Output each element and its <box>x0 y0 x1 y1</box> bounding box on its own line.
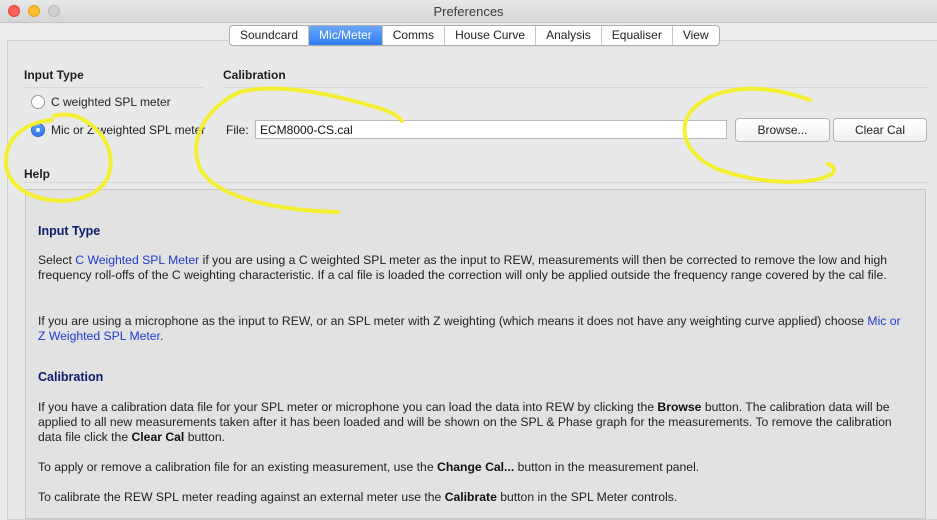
help-divider <box>24 182 929 183</box>
bold-clear-cal: Clear Cal <box>131 430 185 444</box>
c-weighted-link[interactable]: C Weighted SPL Meter <box>75 253 199 267</box>
text: If you are using a microphone as the inp… <box>38 314 868 328</box>
tab-bar: Soundcard Mic/Meter Comms House Curve An… <box>229 25 720 46</box>
bold-change-cal: Change Cal... <box>437 460 515 474</box>
tab-mic-meter[interactable]: Mic/Meter <box>309 26 383 45</box>
calibration-divider <box>223 87 929 88</box>
cal-file-field[interactable] <box>255 120 727 139</box>
text: Select <box>38 253 76 267</box>
help-paragraph-mic: If you are using a microphone as the inp… <box>38 314 911 344</box>
input-type-heading: Input Type <box>24 68 84 82</box>
help-input-type-title: Input Type <box>38 224 101 238</box>
tab-soundcard[interactable]: Soundcard <box>230 26 310 45</box>
text: button in the SPL Meter controls. <box>496 490 678 504</box>
clear-cal-button[interactable]: Clear Cal <box>833 118 927 142</box>
bold-calibrate: Calibrate <box>444 490 497 504</box>
tab-equaliser[interactable]: Equaliser <box>602 26 673 45</box>
window-title: Preferences <box>433 4 504 19</box>
tab-house-curve[interactable]: House Curve <box>445 26 537 45</box>
radio-label: C weighted SPL meter <box>51 95 171 109</box>
help-paragraph-calibration: If you have a calibration data file for … <box>38 400 911 445</box>
bold-browse: Browse <box>657 400 702 414</box>
help-paragraph-calibrate: To calibrate the REW SPL meter reading a… <box>38 490 911 505</box>
window-titlebar: Preferences <box>0 0 937 23</box>
text: If you have a calibration data file for … <box>38 400 658 414</box>
text: button in the measurement panel. <box>514 460 700 474</box>
file-label: File: <box>226 123 249 137</box>
radio-button[interactable] <box>31 95 45 109</box>
text: . <box>159 329 164 343</box>
radio-c-weighted[interactable]: C weighted SPL meter <box>31 95 171 109</box>
input-type-divider <box>24 87 204 88</box>
help-paragraph-c-weighted: Select C Weighted SPL Meter if you are u… <box>38 253 911 283</box>
text: To apply or remove a calibration file fo… <box>38 460 438 474</box>
radio-button-selected[interactable] <box>31 123 45 137</box>
text: To calibrate the REW SPL meter reading a… <box>38 490 445 504</box>
tab-comms[interactable]: Comms <box>383 26 446 45</box>
help-heading: Help <box>24 167 51 181</box>
help-paragraph-change-cal: To apply or remove a calibration file fo… <box>38 460 911 475</box>
tab-view[interactable]: View <box>673 26 719 45</box>
calibration-heading: Calibration <box>223 68 286 82</box>
radio-mic-z-weighted[interactable]: Mic or Z weighted SPL meter <box>31 123 205 137</box>
help-calibration-title: Calibration <box>38 370 104 384</box>
text: button. <box>184 430 225 444</box>
radio-label: Mic or Z weighted SPL meter <box>51 123 206 137</box>
tab-analysis[interactable]: Analysis <box>536 26 602 45</box>
browse-button[interactable]: Browse... <box>735 118 830 142</box>
help-content: Input Type Select C Weighted SPL Meter i… <box>25 189 926 519</box>
